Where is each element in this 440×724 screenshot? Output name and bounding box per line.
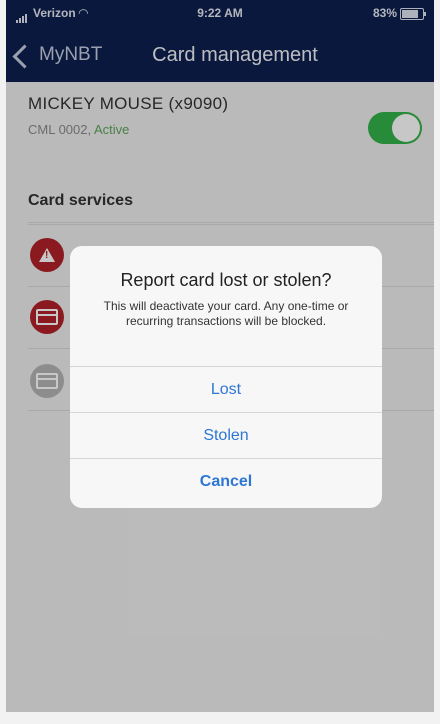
phone-screen: Verizon ◠ 9:22 AM 83% MyNBT Card manageme…: [6, 0, 434, 712]
stolen-button[interactable]: Stolen: [70, 412, 382, 459]
report-lost-stolen-dialog: Report card lost or stolen? This will de…: [70, 246, 382, 508]
dialog-title: Report card lost or stolen?: [120, 270, 332, 290]
lost-button[interactable]: Lost: [70, 366, 382, 413]
dialog-message: This will deactivate your card. Any one-…: [103, 299, 349, 328]
cancel-button[interactable]: Cancel: [70, 458, 382, 505]
